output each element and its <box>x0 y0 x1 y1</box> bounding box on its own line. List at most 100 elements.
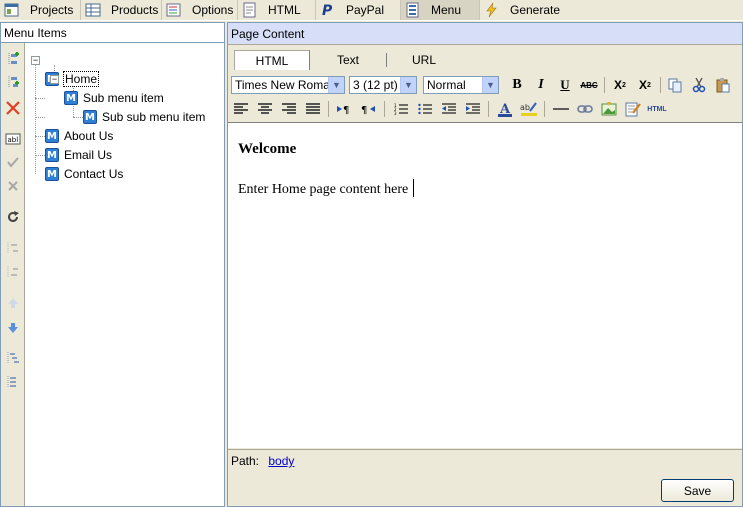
tab-menu[interactable]: Menu <box>401 0 480 20</box>
move-down-icon[interactable] <box>4 319 22 337</box>
outdent-icon[interactable] <box>4 263 22 281</box>
editor-body-content: Enter Home page content here <box>238 182 409 197</box>
tab-paypal[interactable]: P PayPal <box>316 0 401 20</box>
ltr-icon[interactable]: ¶ <box>335 99 355 119</box>
tree-node-label: Home <box>63 71 100 87</box>
expand-icon[interactable] <box>4 349 22 367</box>
svg-text:¶: ¶ <box>343 105 349 115</box>
collapse-icon[interactable] <box>4 373 22 391</box>
tree-node-contact-us[interactable]: M Contact Us <box>45 166 124 182</box>
move-up-icon[interactable] <box>4 294 22 312</box>
confirm-icon[interactable] <box>4 153 22 171</box>
toolbar-separator <box>660 77 661 93</box>
tree-node-sub-menu-item[interactable]: M Sub menu item <box>64 90 165 106</box>
copy-icon[interactable] <box>665 75 685 95</box>
editor-heading: Welcome <box>238 141 297 157</box>
menu-item-icon: M <box>83 110 97 124</box>
collapse-toggle-submenu[interactable]: − <box>50 75 59 84</box>
cut-icon[interactable] <box>689 75 709 95</box>
align-center-icon[interactable] <box>255 99 275 119</box>
align-right-icon[interactable] <box>279 99 299 119</box>
outdent-text-icon[interactable] <box>439 99 459 119</box>
paragraph-toolbar: ¶ ¶ 123 A ab HTML <box>228 98 742 120</box>
toolbar-separator <box>604 77 605 93</box>
align-left-icon[interactable] <box>231 99 251 119</box>
svg-text:3: 3 <box>394 111 397 115</box>
svg-text:abl: abl <box>8 136 19 144</box>
tab-menu-label: Menu <box>431 3 462 17</box>
refresh-icon[interactable] <box>4 208 22 226</box>
tab-generate[interactable]: Generate <box>480 0 560 20</box>
chevron-down-icon: ▼ <box>400 77 416 93</box>
menu-item-icon: M <box>45 129 59 143</box>
save-button[interactable]: Save <box>661 479 734 502</box>
tab-products[interactable]: Products <box>81 0 162 20</box>
link-icon[interactable] <box>575 99 595 119</box>
bold-button[interactable]: B <box>507 75 527 95</box>
tab-html-label: HTML <box>268 3 301 17</box>
format-toolbar: Times New Roman ▼ 3 (12 pt) ▼ Normal ▼ B… <box>228 74 742 96</box>
tab-text-mode[interactable]: Text <box>312 50 384 70</box>
menu-items-title: Menu Items <box>1 23 224 43</box>
products-icon <box>85 2 101 18</box>
tab-projects[interactable]: Projects <box>0 0 81 20</box>
menu-items-panel: Menu Items abl − Home − M Sub menu item … <box>0 22 225 507</box>
page-content-panel: Page Content HTML Text URL Times New Rom… <box>227 22 743 507</box>
ordered-list-icon[interactable]: 123 <box>391 99 411 119</box>
cancel-icon[interactable] <box>4 177 22 195</box>
toolbar-separator <box>384 101 385 117</box>
tree-line <box>35 58 36 174</box>
tree-node-label: Contact Us <box>64 167 124 181</box>
insert-image-icon[interactable] <box>599 99 619 119</box>
font-family-select[interactable]: Times New Roman ▼ <box>231 76 345 94</box>
mode-tabs: HTML Text URL <box>228 50 742 70</box>
italic-button[interactable]: I <box>531 75 551 95</box>
tree-node-email-us[interactable]: M Email Us <box>45 147 113 163</box>
tree-node-about-us[interactable]: M About Us <box>45 128 114 144</box>
strikethrough-button[interactable]: ABC <box>579 75 599 95</box>
path-body-link[interactable]: body <box>268 454 294 468</box>
subscript-button[interactable]: X2 <box>610 75 630 95</box>
highlight-color-icon[interactable]: ab <box>519 99 539 119</box>
collapse-toggle-home[interactable]: − <box>31 56 40 65</box>
html-source-icon[interactable]: HTML <box>647 99 667 119</box>
options-icon <box>166 2 182 18</box>
rename-icon[interactable]: abl <box>4 130 22 148</box>
svg-text:¶: ¶ <box>361 105 367 115</box>
justify-icon[interactable] <box>303 99 323 119</box>
superscript-button[interactable]: X2 <box>635 75 655 95</box>
font-color-icon[interactable]: A <box>495 99 515 119</box>
tree-node-sub-sub-menu-item[interactable]: M Sub sub menu item <box>83 109 206 125</box>
tree-node-label: Sub sub menu item <box>102 110 206 124</box>
add-child-icon[interactable] <box>4 73 22 91</box>
path-label: Path: <box>231 454 260 468</box>
font-size-select[interactable]: 3 (12 pt) ▼ <box>349 76 417 94</box>
tab-separator <box>386 53 387 67</box>
html-icon <box>242 2 258 18</box>
tab-html-mode[interactable]: HTML <box>234 50 310 70</box>
svg-text:ab: ab <box>520 103 530 112</box>
font-family-value: Times New Roman <box>235 78 337 92</box>
rich-text-editor[interactable]: Welcome Enter Home page content here <box>228 122 742 448</box>
menu-item-icon: M <box>45 167 59 181</box>
paypal-icon: P <box>320 2 336 19</box>
tab-url-mode[interactable]: URL <box>388 50 460 70</box>
paragraph-style-select[interactable]: Normal ▼ <box>423 76 499 94</box>
svg-text:P: P <box>322 3 333 18</box>
horizontal-rule-icon[interactable] <box>551 99 571 119</box>
unordered-list-icon[interactable] <box>415 99 435 119</box>
indent-icon[interactable] <box>4 239 22 257</box>
tab-html[interactable]: HTML <box>238 0 316 20</box>
tree-line <box>35 117 45 118</box>
paste-icon[interactable] <box>713 75 733 95</box>
menu-item-icon: M <box>45 148 59 162</box>
delete-icon[interactable] <box>4 99 22 117</box>
tree-line <box>35 98 45 99</box>
indent-text-icon[interactable] <box>463 99 483 119</box>
edit-page-icon[interactable] <box>623 99 643 119</box>
add-item-icon[interactable] <box>4 50 22 68</box>
rtl-icon[interactable]: ¶ <box>359 99 379 119</box>
tab-options[interactable]: Options <box>162 0 238 20</box>
underline-button[interactable]: U <box>555 75 575 95</box>
top-tab-bar: Projects Products Options HTML P PayPal … <box>0 0 743 21</box>
